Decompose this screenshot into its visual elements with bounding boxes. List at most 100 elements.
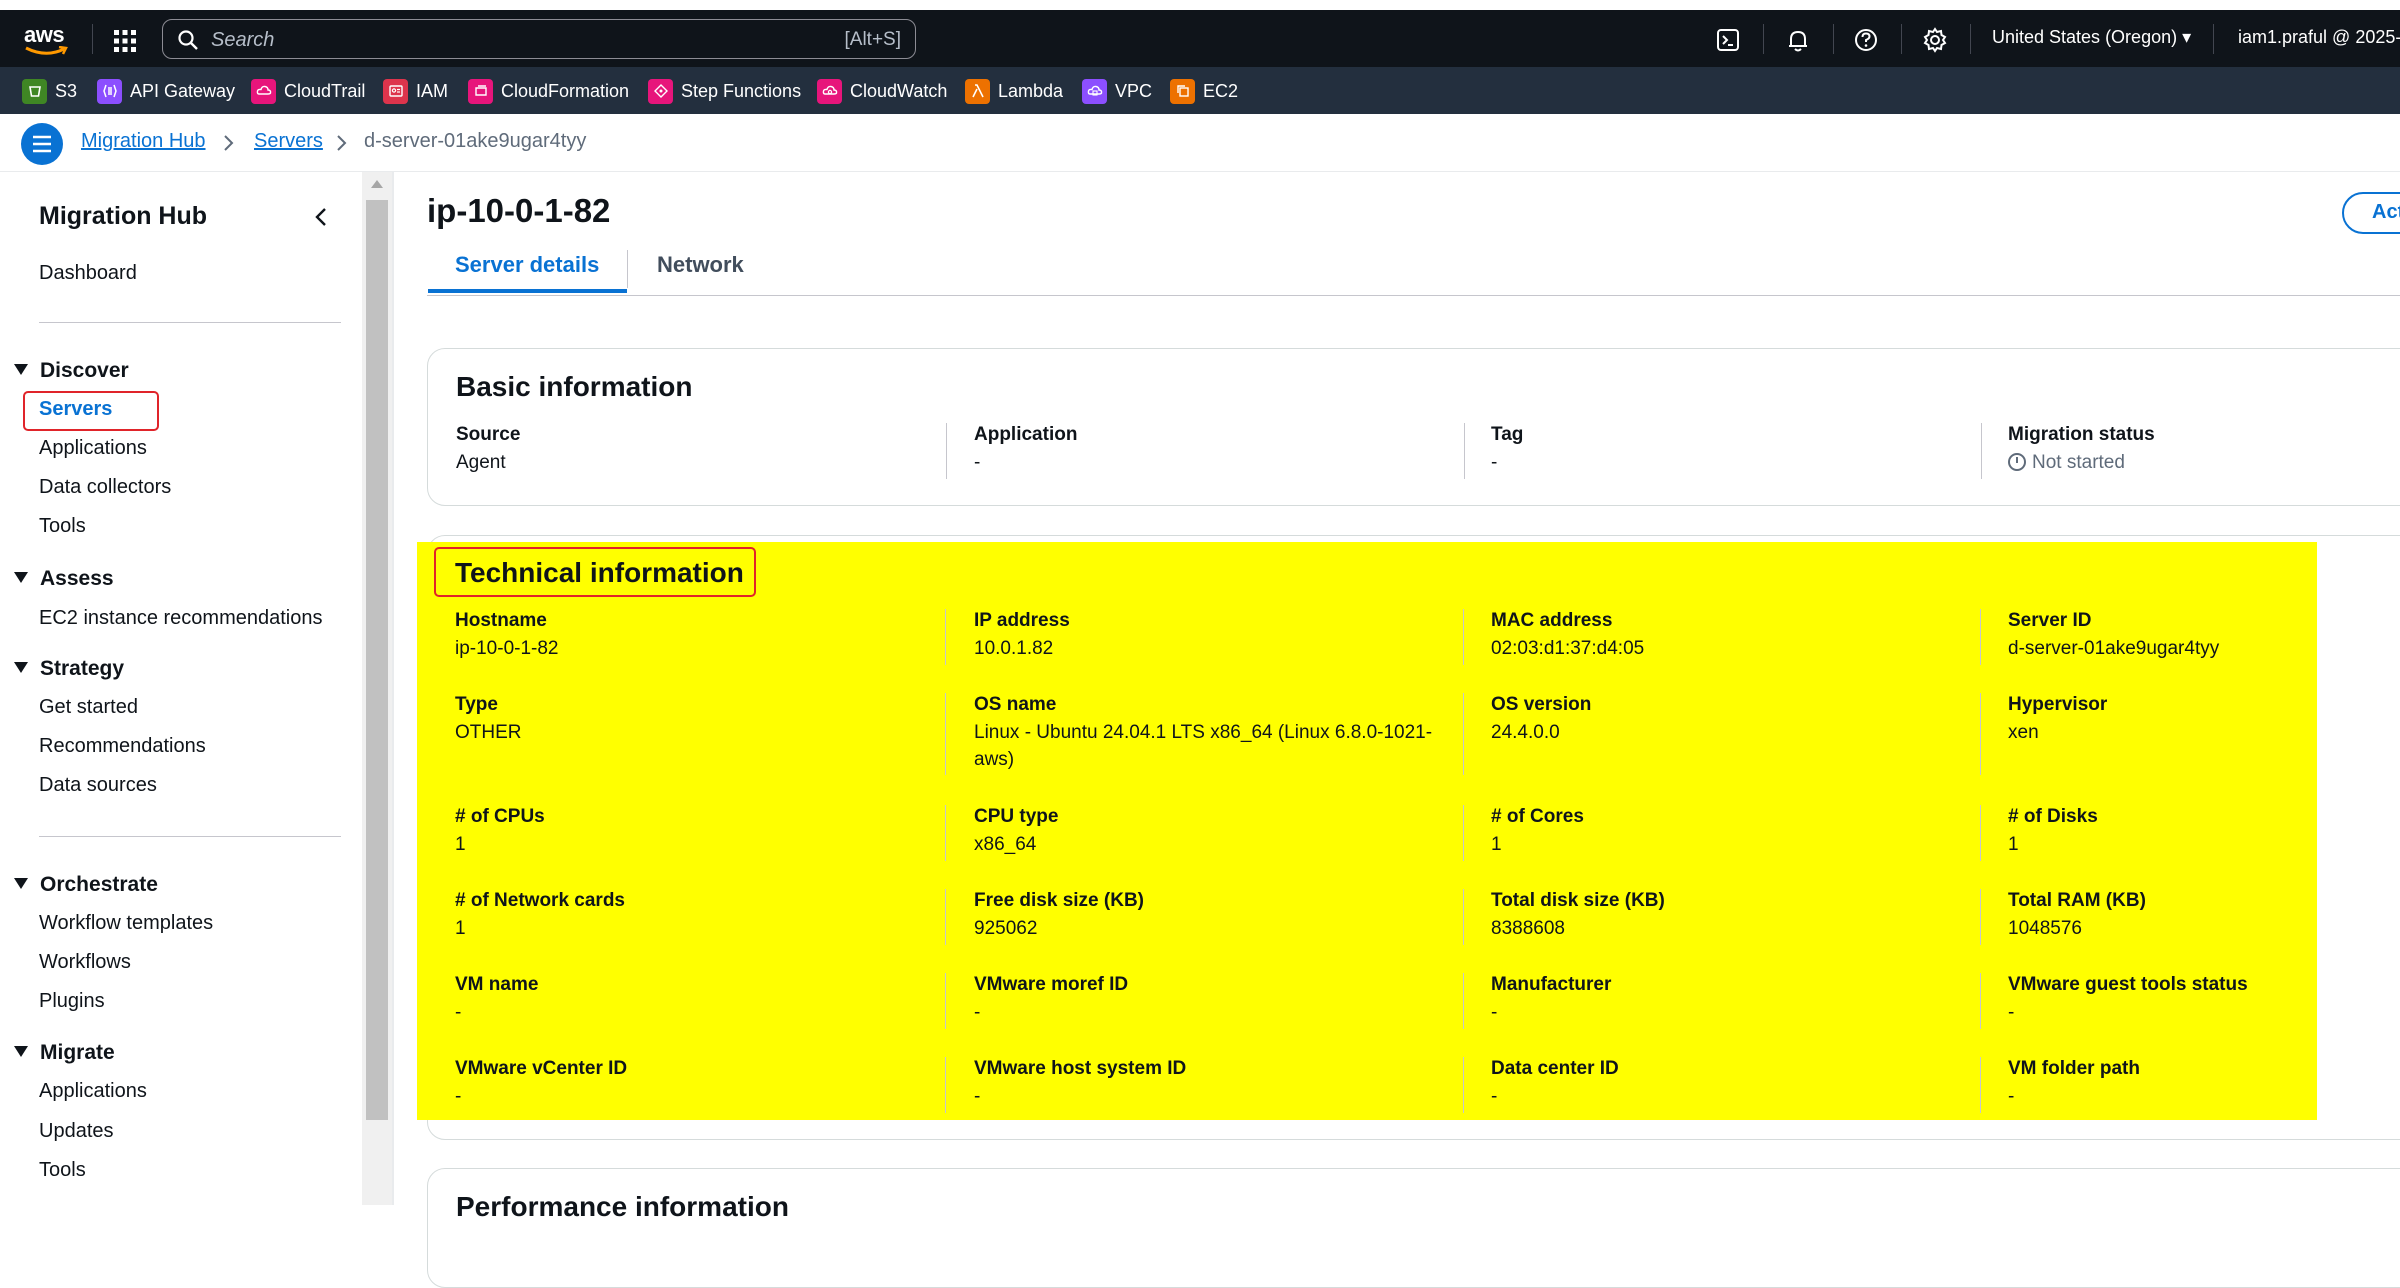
- column-divider: [945, 609, 946, 665]
- sidebar-item-dashboard[interactable]: Dashboard: [39, 262, 137, 285]
- menu-toggle-button[interactable]: [21, 123, 63, 165]
- column-divider: [945, 693, 946, 775]
- field-label: VMware moref ID: [974, 974, 1129, 995]
- field-value: xen: [2008, 722, 2039, 743]
- column-divider: [945, 973, 946, 1029]
- bell-icon[interactable]: [1783, 25, 1813, 55]
- column-divider: [1980, 889, 1981, 945]
- sidebar-item-data-collectors[interactable]: Data collectors: [39, 476, 171, 499]
- column-divider: [1463, 805, 1464, 861]
- caret-down-icon: [14, 1046, 28, 1057]
- favorite-cloudtrail[interactable]: CloudTrail: [251, 78, 365, 104]
- breadcrumb-servers[interactable]: Servers: [254, 130, 323, 153]
- field-value: 1048576: [2008, 918, 2082, 939]
- actions-button[interactable]: Act: [2342, 192, 2400, 234]
- field-label: IP address: [974, 610, 1070, 631]
- top-navigation: aws Search [Alt+S] United States (Oregon…: [0, 10, 2400, 67]
- sidebar-item-workflow-templates[interactable]: Workflow templates: [39, 912, 213, 935]
- region-selector[interactable]: United States (Oregon) ▾: [1992, 27, 2191, 48]
- favorite-label: Lambda: [998, 80, 1064, 101]
- field-value: 1: [455, 918, 466, 939]
- technical-field: VMware guest tools status -: [2008, 971, 2400, 1026]
- cloudshell-icon[interactable]: [1713, 25, 1743, 55]
- sidebar-item-migrate-applications[interactable]: Applications: [39, 1080, 147, 1103]
- sidebar-item-recommendations[interactable]: Recommendations: [39, 735, 206, 758]
- search-input[interactable]: Search [Alt+S]: [162, 19, 916, 59]
- sidebar-item-ec2-recommendations[interactable]: EC2 instance recommendations: [39, 607, 322, 630]
- favorite-s3[interactable]: S3: [22, 78, 77, 104]
- field-label: Data center ID: [1491, 1058, 1619, 1079]
- account-menu[interactable]: iam1.praful @ 2025-: [2238, 27, 2400, 48]
- sidebar-divider: [39, 322, 341, 323]
- technical-field: VM folder path -: [2008, 1055, 2400, 1110]
- sidebar-section-discover[interactable]: Discover: [14, 359, 129, 383]
- chevron-right-icon: [224, 135, 234, 151]
- chevron-right-icon: [337, 135, 347, 151]
- chevron-left-icon[interactable]: [312, 206, 332, 228]
- aws-logo[interactable]: aws: [22, 22, 70, 56]
- caret-down-icon: [14, 364, 28, 375]
- field-value: 925062: [974, 918, 1038, 939]
- field-value: 1: [1491, 834, 1502, 855]
- sidebar-item-migrate-tools[interactable]: Tools: [39, 1159, 86, 1182]
- iam-icon: [383, 78, 408, 104]
- nav-divider: [1833, 24, 1834, 54]
- s3-icon: [22, 78, 47, 104]
- field-label: # of Cores: [1491, 806, 1584, 827]
- sidebar-item-data-sources[interactable]: Data sources: [39, 774, 157, 797]
- nav-divider: [1763, 24, 1764, 54]
- field-value: 10.0.1.82: [974, 638, 1054, 659]
- sidebar-section-assess[interactable]: Assess: [14, 567, 114, 591]
- favorite-cloudwatch[interactable]: CloudWatch: [817, 78, 947, 104]
- scrollbar-thumb[interactable]: [366, 200, 388, 1120]
- sidebar-section-migrate[interactable]: Migrate: [14, 1041, 115, 1065]
- sidebar-item-tools[interactable]: Tools: [39, 515, 86, 538]
- field-value: ip-10-0-1-82: [455, 638, 559, 659]
- field-label: VM folder path: [2008, 1058, 2140, 1079]
- api-gateway-icon: [97, 78, 122, 104]
- help-icon[interactable]: [1851, 25, 1881, 55]
- sidebar-item-workflows[interactable]: Workflows: [39, 951, 131, 974]
- favorite-vpc[interactable]: VPC: [1082, 78, 1152, 104]
- sidebar-title: Migration Hub: [39, 202, 208, 230]
- window-top-strip: [0, 0, 2400, 10]
- clock-icon: [2008, 453, 2026, 471]
- field-label: MAC address: [1491, 610, 1613, 631]
- page-title: ip-10-0-1-82: [427, 192, 611, 229]
- sidebar-item-plugins[interactable]: Plugins: [39, 990, 105, 1013]
- sidebar-section-orchestrate[interactable]: Orchestrate: [14, 873, 158, 897]
- sidebar-section-strategy[interactable]: Strategy: [14, 657, 124, 681]
- technical-field: Free disk size (KB) 925062: [974, 887, 1439, 942]
- sidebar-divider: [39, 836, 341, 837]
- field-label: VMware host system ID: [974, 1058, 1187, 1079]
- technical-field: CPU type x86_64: [974, 803, 1439, 858]
- sidebar-item-applications[interactable]: Applications: [39, 437, 147, 460]
- favorite-cloudformation[interactable]: CloudFormation: [468, 78, 629, 104]
- sidebar-scrollbar[interactable]: [362, 172, 392, 1205]
- favorite-lambda[interactable]: Lambda: [965, 78, 1063, 104]
- caret-down-icon: [14, 662, 28, 673]
- breadcrumb-current: d-server-01ake9ugar4tyy: [364, 130, 587, 152]
- technical-field: MAC address 02:03:d1:37:d4:05: [1491, 607, 1931, 662]
- breadcrumb-migration-hub[interactable]: Migration Hub: [81, 130, 206, 153]
- field-label: Source: [456, 424, 521, 445]
- sidebar-item-get-started[interactable]: Get started: [39, 696, 138, 719]
- favorite-step-functions[interactable]: Step Functions: [648, 78, 801, 104]
- gear-icon[interactable]: [1920, 25, 1950, 55]
- sidebar-item-updates[interactable]: Updates: [39, 1120, 114, 1143]
- field-label: Tag: [1491, 424, 1524, 445]
- favorite-api-gateway[interactable]: API Gateway: [97, 78, 235, 104]
- status-text: Not started: [2032, 452, 2125, 473]
- services-grid-icon[interactable]: [110, 26, 140, 56]
- technical-field: # of Disks 1: [2008, 803, 2400, 858]
- scroll-up-arrow[interactable]: [371, 180, 383, 188]
- favorite-label: CloudWatch: [850, 80, 948, 101]
- tab-network[interactable]: Network: [657, 252, 744, 278]
- favorite-iam[interactable]: IAM: [383, 78, 448, 104]
- technical-field: Data center ID -: [1491, 1055, 1931, 1110]
- cloudformation-icon: [468, 78, 493, 104]
- tab-server-details[interactable]: Server details: [455, 252, 599, 278]
- column-divider: [1980, 1057, 1981, 1113]
- caret-down-icon: [14, 878, 28, 889]
- favorite-ec2[interactable]: EC2: [1170, 78, 1238, 104]
